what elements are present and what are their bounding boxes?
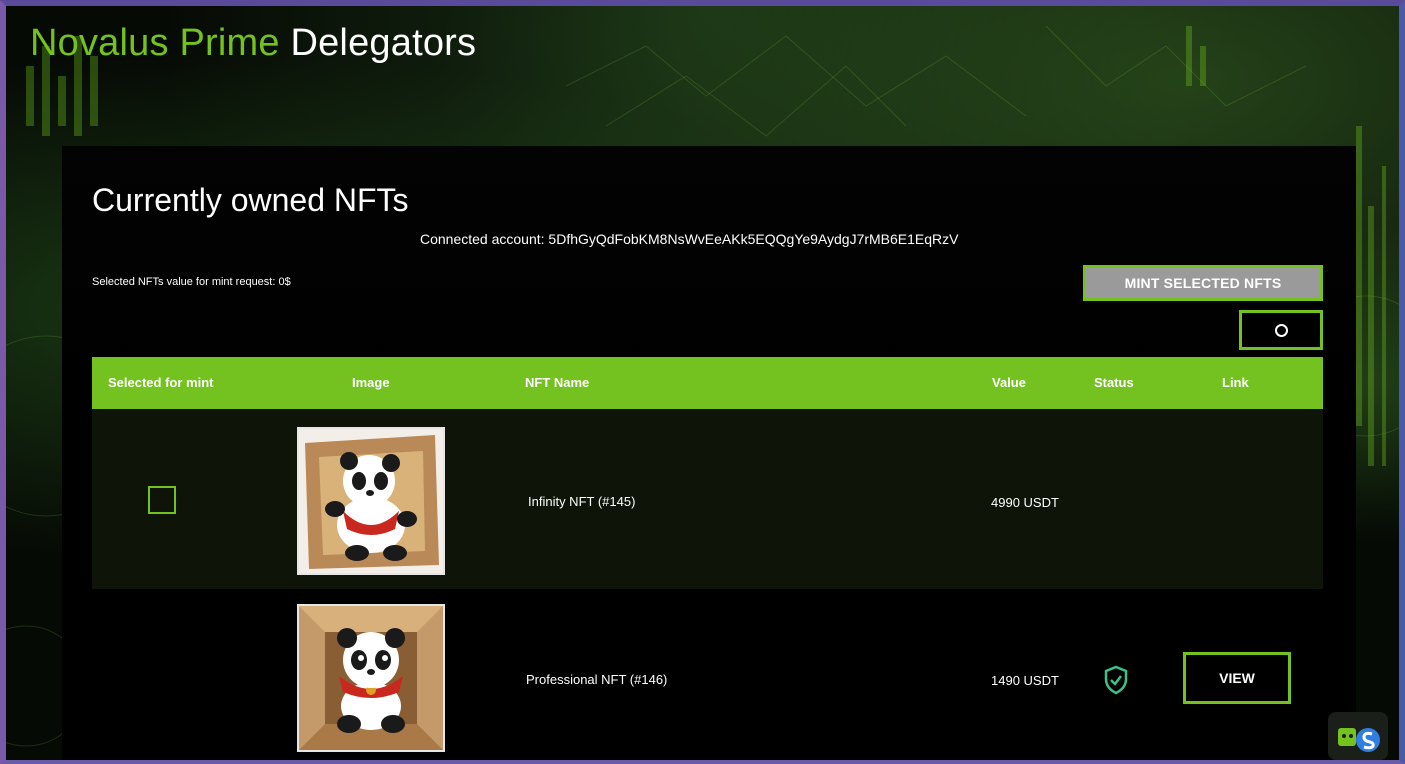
page-title: Currently owned NFTs: [92, 182, 409, 218]
app-background: Novalus Prime Delegators Currently owned…: [0, 0, 1405, 764]
header-nft-name: NFT Name: [525, 375, 590, 390]
header-image: Image: [352, 375, 390, 390]
select-for-mint-checkbox[interactable]: [148, 486, 176, 514]
header-status: Status: [1094, 375, 1134, 390]
header-link: Link: [1222, 375, 1249, 390]
panda-illustration-icon: [299, 606, 443, 750]
connected-account: Connected account: 5DfhGyQdFobKM8NsWvEeA…: [420, 231, 959, 247]
nft-image-panda-infinity: [297, 427, 445, 575]
shield-check-icon: [1104, 665, 1128, 695]
nft-value: 1490 USDT: [991, 673, 1059, 688]
table-header: Selected for mint Image NFT Name Value S…: [92, 357, 1323, 409]
brand-name-primary: Novalus Prime: [30, 22, 280, 64]
brand-name-secondary: Delegators: [290, 22, 477, 64]
nft-image-panda-professional: [297, 604, 445, 752]
header-selected-for-mint: Selected for mint: [108, 375, 214, 390]
header-value: Value: [992, 375, 1026, 390]
assistant-widget-icon: [1338, 728, 1380, 752]
nft-name: Professional NFT (#146): [526, 672, 668, 687]
nft-name: Infinity NFT (#145): [528, 494, 636, 509]
nft-value: 4990 USDT: [991, 495, 1059, 510]
mint-selected-button[interactable]: MINT SELECTED NFTS: [1083, 265, 1323, 301]
refresh-button[interactable]: [1239, 310, 1323, 350]
app-logo[interactable]: Novalus Prime Delegators: [30, 22, 476, 65]
table-row: [92, 409, 1323, 589]
selected-value-summary: Selected NFTs value for mint request: 0$: [92, 276, 291, 288]
panda-illustration-icon: [299, 429, 443, 573]
view-nft-button[interactable]: VIEW: [1183, 652, 1291, 704]
assistant-widget[interactable]: [1328, 712, 1388, 760]
refresh-icon: [1274, 323, 1288, 337]
